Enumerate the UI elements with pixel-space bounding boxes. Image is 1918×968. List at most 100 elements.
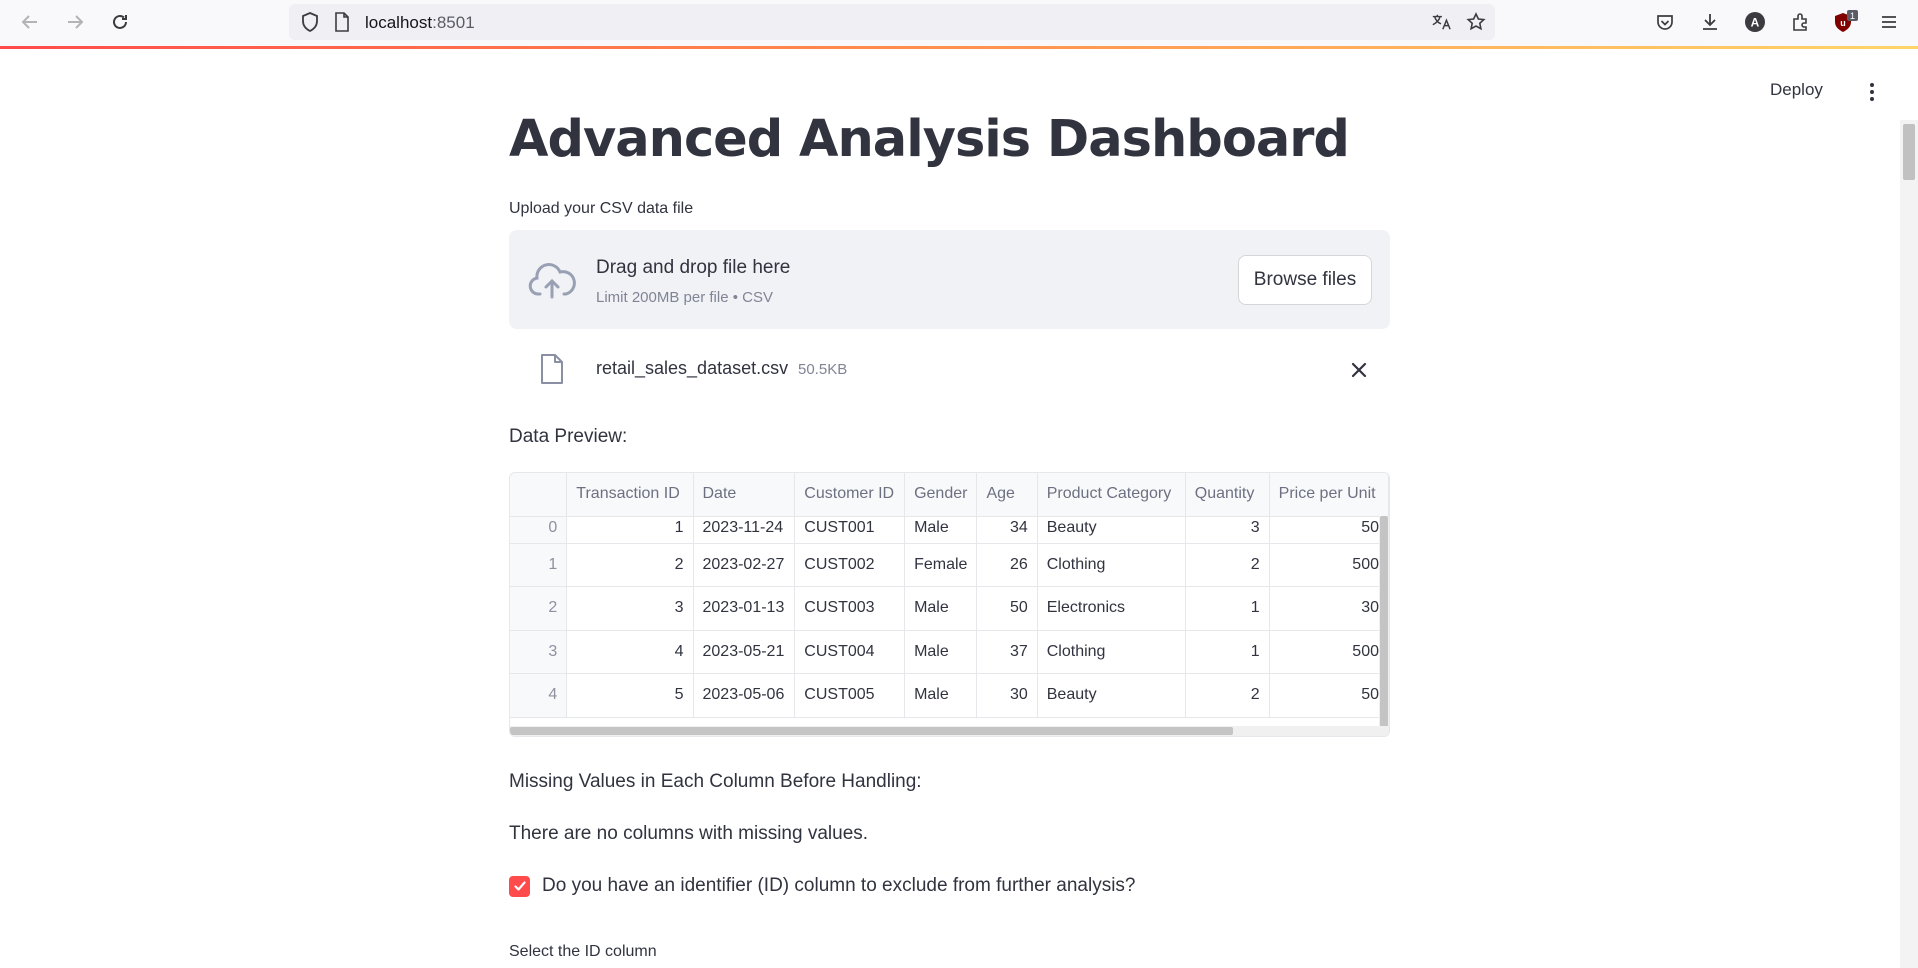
- download-icon[interactable]: [1697, 9, 1723, 35]
- table-cell[interactable]: 2023-01-13: [693, 586, 796, 631]
- table-cell[interactable]: CUST003: [794, 586, 906, 631]
- table-row[interactable]: 1 2 2023-02-27 CUST002 Female 26 Clothing 2 500: [510, 543, 1389, 587]
- data-preview-table[interactable]: Transaction ID Date Customer ID Gender Age Pr…: [509, 472, 1390, 737]
- table-cell[interactable]: 2023-05-21: [693, 630, 796, 674]
- table-cell[interactable]: 500: [1269, 630, 1389, 674]
- remove-file-icon[interactable]: [1348, 359, 1370, 381]
- table-cell[interactable]: 37: [976, 630, 1038, 674]
- uploaded-file-name: retail_sales_dataset.csv: [596, 358, 789, 378]
- url-text[interactable]: localhost:8501: [365, 13, 475, 33]
- index-column-header[interactable]: [510, 473, 568, 517]
- table-cell[interactable]: 2023-02-27: [693, 543, 796, 587]
- page-icon[interactable]: [332, 12, 352, 32]
- table-cell[interactable]: 4: [566, 630, 694, 674]
- menu-icon[interactable]: [1876, 9, 1902, 35]
- id-column-checkbox-label[interactable]: Do you have an identifier (ID) column to…: [542, 875, 1136, 897]
- table-cell[interactable]: Male: [904, 516, 978, 544]
- row-index-cell[interactable]: 3: [510, 630, 568, 674]
- forward-icon[interactable]: [62, 9, 88, 35]
- table-cell[interactable]: 26: [976, 543, 1038, 587]
- dropzone-title: Drag and drop file here: [596, 257, 791, 278]
- deploy-button[interactable]: Deploy: [1770, 80, 1823, 100]
- bookmark-star-icon[interactable]: [1466, 12, 1486, 32]
- table-cell[interactable]: Male: [904, 586, 978, 631]
- table-cell[interactable]: 1: [1185, 630, 1270, 674]
- extension-badge: 1: [1850, 11, 1855, 21]
- browse-files-button[interactable]: Browse files: [1238, 255, 1372, 305]
- page-scrollbar-thumb[interactable]: [1903, 124, 1915, 180]
- svg-text:A: A: [1751, 16, 1760, 30]
- table-cell[interactable]: 50: [976, 586, 1038, 631]
- account-avatar-icon[interactable]: A: [1742, 9, 1768, 35]
- column-header[interactable]: Customer ID: [794, 473, 906, 517]
- table-cell[interactable]: 1: [566, 516, 694, 544]
- row-index-cell[interactable]: 4: [510, 673, 568, 718]
- table-row[interactable]: 0 1 2023-11-24 CUST001 Male 34 Beauty 3 50: [510, 516, 1389, 544]
- table-cell[interactable]: CUST005: [794, 673, 906, 718]
- reload-icon[interactable]: [107, 9, 133, 35]
- table-cell[interactable]: 2: [1185, 543, 1270, 587]
- url-bar[interactable]: localhost:8501: [289, 4, 1495, 40]
- column-header[interactable]: Quantity: [1185, 473, 1270, 517]
- missing-values-message: There are no columns with missing values…: [509, 823, 869, 844]
- table-cell[interactable]: Male: [904, 673, 978, 718]
- column-header[interactable]: Date: [693, 473, 796, 517]
- shield-icon[interactable]: [300, 12, 320, 32]
- table-cell[interactable]: CUST002: [794, 543, 906, 587]
- table-vertical-scrollbar-thumb[interactable]: [1380, 516, 1388, 728]
- table-cell[interactable]: 34: [976, 516, 1038, 544]
- checkmark-icon: [513, 881, 526, 891]
- table-cell[interactable]: 1: [1185, 586, 1270, 631]
- table-row[interactable]: 4 5 2023-05-06 CUST005 Male 30 Beauty 2 50: [510, 673, 1389, 718]
- table-cell[interactable]: 50: [1269, 673, 1389, 718]
- table-cell[interactable]: Beauty: [1037, 673, 1186, 718]
- table-cell[interactable]: Electronics: [1037, 586, 1186, 631]
- table-cell[interactable]: 30: [1269, 586, 1389, 631]
- table-row[interactable]: 3 4 2023-05-21 CUST004 Male 37 Clothing 1 500: [510, 630, 1389, 674]
- table-vertical-scrollbar[interactable]: [1379, 516, 1389, 728]
- column-header[interactable]: Product Category: [1037, 473, 1186, 517]
- table-cell[interactable]: Clothing: [1037, 543, 1186, 587]
- table-cell[interactable]: 5: [566, 673, 694, 718]
- table-cell[interactable]: Female: [904, 543, 978, 587]
- row-index-cell[interactable]: 2: [510, 586, 568, 631]
- column-header[interactable]: Gender: [904, 473, 978, 517]
- select-id-column-label: Select the ID column: [509, 943, 657, 960]
- pocket-icon[interactable]: [1652, 9, 1678, 35]
- uploaded-file-row: retail_sales_dataset.csv 50.5KB: [509, 350, 1390, 390]
- table-horizontal-scrollbar-thumb[interactable]: [510, 727, 1233, 735]
- table-cell[interactable]: CUST004: [794, 630, 906, 674]
- page-title: Advanced Analysis Dashboard: [509, 110, 1350, 169]
- column-header[interactable]: Transaction ID: [566, 473, 694, 517]
- table-cell[interactable]: 500: [1269, 543, 1389, 587]
- table-cell[interactable]: Clothing: [1037, 630, 1186, 674]
- table-cell[interactable]: 2023-05-06: [693, 673, 796, 718]
- main-menu-icon[interactable]: [1862, 80, 1882, 104]
- row-index-cell[interactable]: 1: [510, 543, 568, 587]
- column-header[interactable]: Age: [976, 473, 1038, 517]
- table-cell[interactable]: Male: [904, 630, 978, 674]
- extensions-icon[interactable]: [1787, 9, 1813, 35]
- translate-icon[interactable]: [1431, 12, 1451, 32]
- table-cell[interactable]: Beauty: [1037, 516, 1186, 544]
- table-cell[interactable]: CUST001: [794, 516, 906, 544]
- back-icon[interactable]: [17, 9, 43, 35]
- table-cell[interactable]: 2: [1185, 673, 1270, 718]
- table-row[interactable]: 2 3 2023-01-13 CUST003 Male 50 Electronics 1 30: [510, 586, 1389, 631]
- row-index-cell[interactable]: 0: [510, 516, 568, 544]
- id-column-checkbox[interactable]: [509, 875, 530, 897]
- table-horizontal-scrollbar[interactable]: [510, 726, 1389, 736]
- table-cell[interactable]: 2: [566, 543, 694, 587]
- ublock-icon[interactable]: u1: [1832, 9, 1858, 35]
- table-cell[interactable]: 2023-11-24: [693, 516, 796, 544]
- column-header[interactable]: Price per Unit: [1269, 473, 1389, 517]
- missing-values-heading: Missing Values in Each Column Before Han…: [509, 771, 922, 792]
- table-cell[interactable]: 3: [566, 586, 694, 631]
- file-dropzone[interactable]: Drag and drop file here Limit 200MB per …: [509, 230, 1390, 329]
- table-cell[interactable]: 3: [1185, 516, 1270, 544]
- page-scrollbar[interactable]: [1900, 120, 1918, 968]
- id-column-checkbox-row[interactable]: Do you have an identifier (ID) column to…: [509, 873, 1136, 899]
- dataframe-grid[interactable]: Transaction ID Date Customer ID Gender Age Pr…: [510, 473, 1389, 718]
- table-cell[interactable]: 30: [976, 673, 1038, 718]
- table-cell[interactable]: 50: [1269, 516, 1389, 544]
